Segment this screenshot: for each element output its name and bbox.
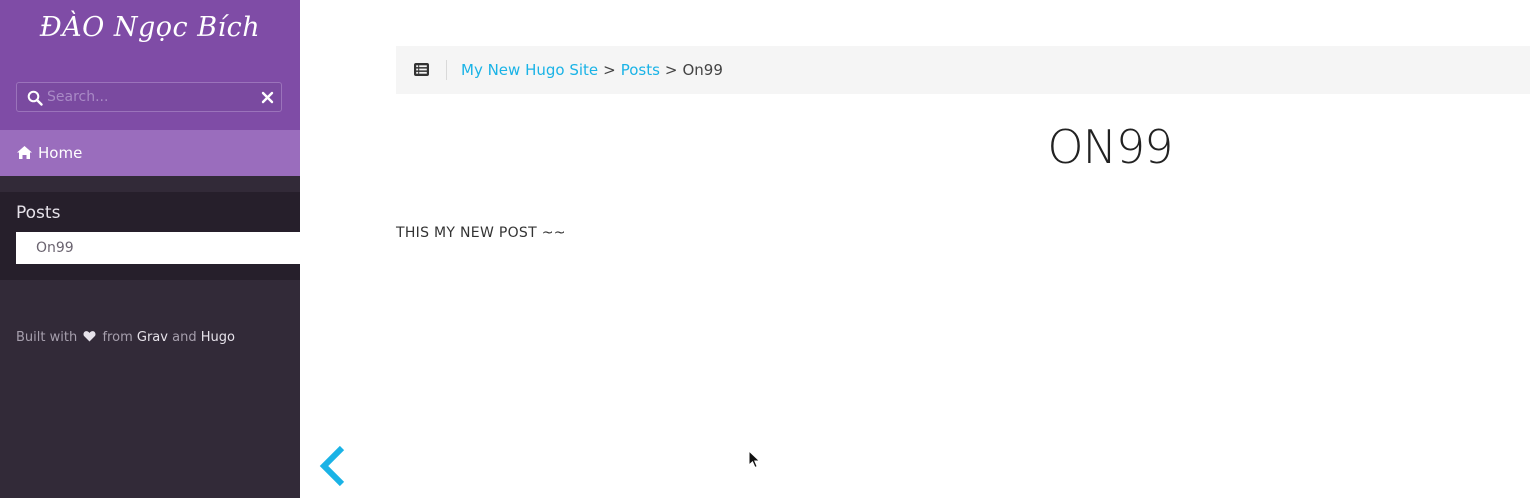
topbar-divider [446, 60, 447, 80]
post-body: THIS MY NEW POST ~~ [396, 225, 566, 241]
topbar: My New Hugo Site > Posts > On99 [396, 46, 1530, 94]
sidebar-item-on99[interactable]: On99 [16, 232, 300, 264]
sidebar: ĐÀO Ngọc Bích Home Posts On99 Built with [0, 0, 300, 498]
heart-icon [83, 331, 96, 342]
sidebar-item-label: Home [38, 144, 83, 162]
hugo-link[interactable]: Hugo [201, 330, 235, 345]
breadcrumb-posts[interactable]: Posts [621, 61, 660, 79]
breadcrumb: My New Hugo Site > Posts > On99 [461, 61, 723, 79]
sidebar-footer: Built with from Grav and Hugo [16, 330, 235, 345]
list-icon[interactable] [414, 63, 429, 76]
home-icon [17, 146, 32, 159]
breadcrumb-current: On99 [682, 61, 723, 79]
search-input[interactable] [47, 83, 247, 111]
sidebar-section-posts: Posts On99 [0, 192, 300, 280]
sidebar-header: ĐÀO Ngọc Bích [0, 0, 300, 130]
close-icon[interactable] [261, 91, 274, 104]
grav-link[interactable]: Grav [137, 330, 168, 345]
mouse-cursor-icon [748, 450, 761, 469]
page-title: ON99 [1047, 120, 1173, 174]
breadcrumb-site[interactable]: My New Hugo Site [461, 61, 598, 79]
search-box [16, 82, 282, 112]
footer-and: and [172, 330, 197, 345]
site-logo[interactable]: ĐÀO Ngọc Bích [0, 12, 300, 43]
breadcrumb-separator: > [603, 61, 616, 79]
sidebar-section-title[interactable]: Posts [16, 203, 60, 223]
breadcrumb-separator: > [664, 61, 678, 79]
sidebar-item-home[interactable]: Home [0, 130, 300, 176]
chevron-left-icon[interactable] [316, 442, 350, 490]
footer-prefix: Built with [16, 330, 78, 345]
search-icon [27, 90, 43, 106]
footer-from: from [102, 330, 133, 345]
sidebar-item-label: On99 [36, 240, 74, 256]
